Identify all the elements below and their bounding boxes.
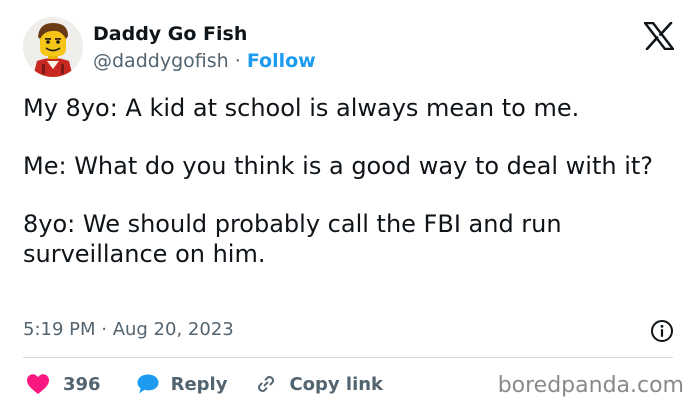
author-handle[interactable]: @daddygofish [93, 50, 229, 72]
tweet-actions-bar: 396 Reply Copy link [26, 370, 383, 398]
info-icon[interactable] [650, 319, 674, 343]
like-button[interactable]: 396 [26, 373, 101, 395]
reply-label: Reply [170, 373, 228, 395]
heart-icon [27, 374, 49, 394]
reply-button[interactable]: Reply [136, 373, 228, 395]
author-handle-row: @daddygofish · Follow [93, 49, 316, 73]
lego-figure-avatar-image [23, 17, 83, 77]
handle-separator: · [234, 50, 241, 72]
x-logo-icon[interactable] [643, 21, 675, 51]
copy-link-button[interactable]: Copy link [255, 373, 383, 395]
speech-bubble-icon [137, 374, 159, 394]
author-display-name[interactable]: Daddy Go Fish [93, 22, 247, 46]
avatar[interactable] [23, 17, 83, 77]
follow-button[interactable]: Follow [247, 50, 316, 72]
copy-link-label: Copy link [289, 373, 384, 395]
like-count: 396 [63, 373, 101, 395]
boredpanda-watermark: boredpanda.com [497, 373, 684, 398]
tweet-text: My 8yo: A kid at school is always mean t… [23, 93, 673, 269]
tweet-paragraph: My 8yo: A kid at school is always mean t… [23, 94, 580, 122]
tweet-paragraph: 8yo: We should probably call the FBI and… [23, 210, 562, 268]
tweet-paragraph: Me: What do you think is a good way to d… [23, 152, 654, 180]
tweet-timestamp[interactable]: 5:19 PM · Aug 20, 2023 [23, 318, 234, 342]
link-icon [258, 376, 275, 392]
divider [23, 357, 673, 358]
